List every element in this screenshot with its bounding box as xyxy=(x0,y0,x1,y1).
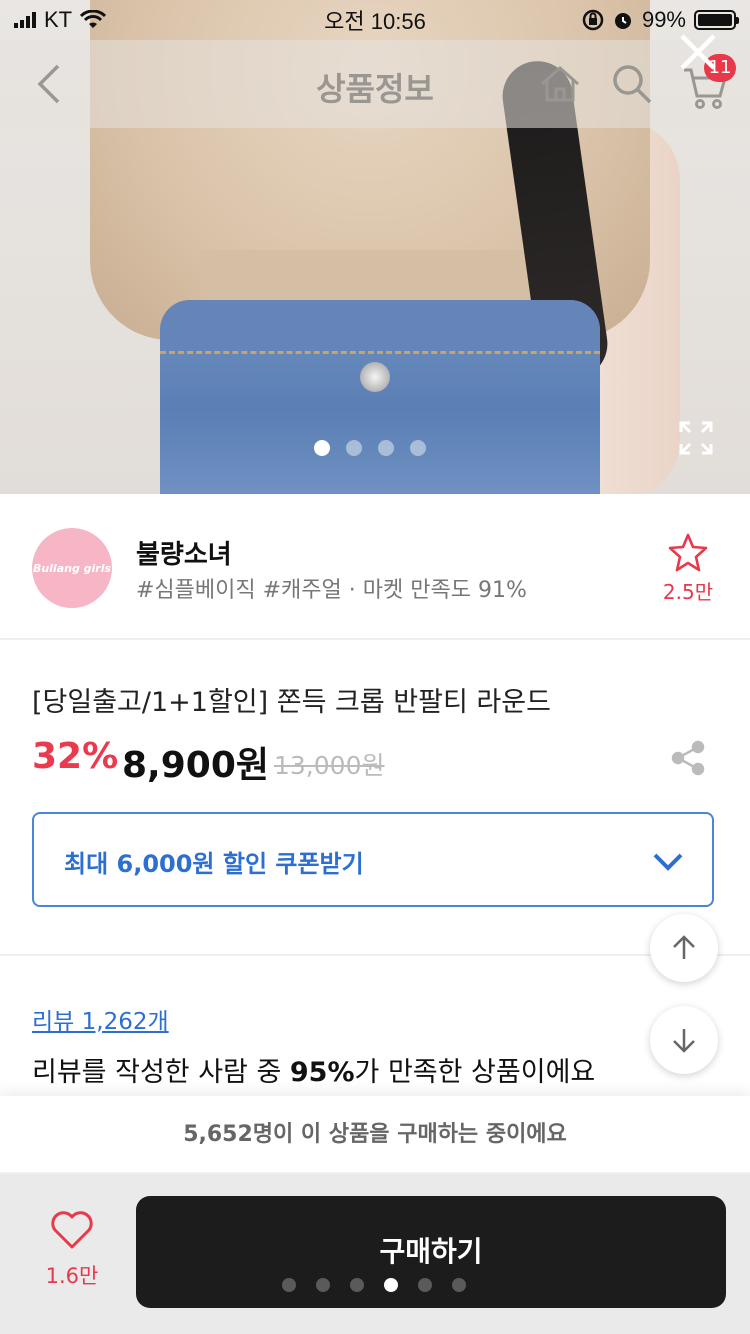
carousel-dot[interactable] xyxy=(410,440,426,456)
review-summary-post: 가 만족한 상품이에요 xyxy=(354,1057,596,1088)
page-dot xyxy=(418,1278,432,1292)
sale-price: 8,900원 xyxy=(122,745,269,786)
review-count-link[interactable]: 리뷰 1,262개 xyxy=(32,1002,169,1036)
chevron-down-icon xyxy=(653,853,683,871)
shop-logo[interactable]: Bullang girls xyxy=(32,528,112,608)
review-satisfaction-rate: 95% xyxy=(289,1057,355,1088)
status-bar: KT 오전 10:56 99% xyxy=(0,0,750,40)
carousel-dot[interactable] xyxy=(314,440,330,456)
scroll-bottom-button[interactable] xyxy=(650,1006,718,1074)
arrow-down-icon xyxy=(673,1029,695,1053)
coupon-button[interactable]: 최대 6,000원 할인 쿠폰받기 xyxy=(32,812,714,907)
search-icon[interactable] xyxy=(610,62,654,106)
carousel-dot[interactable] xyxy=(378,440,394,456)
bottom-action-bar: 1.6만 구매하기 xyxy=(0,1174,750,1334)
page-dot xyxy=(452,1278,466,1292)
clock: 오전 10:56 xyxy=(324,9,426,34)
heart-icon[interactable] xyxy=(50,1210,94,1250)
discount-rate: 32% xyxy=(32,736,119,777)
page-dot xyxy=(282,1278,296,1292)
original-price: 13,000원 xyxy=(274,751,385,780)
share-icon[interactable] xyxy=(670,740,706,776)
star-icon[interactable] xyxy=(668,532,708,572)
home-icon[interactable] xyxy=(538,62,582,106)
shop-logo-text: Bullang girls xyxy=(32,561,112,575)
page-dot xyxy=(384,1278,398,1292)
image-carousel-dots xyxy=(314,440,426,456)
page-dot xyxy=(316,1278,330,1292)
scroll-top-button[interactable] xyxy=(650,914,718,982)
expand-icon[interactable] xyxy=(678,420,714,456)
close-icon[interactable] xyxy=(676,30,720,74)
like-count: 1.6만 xyxy=(45,1264,99,1288)
alarm-icon xyxy=(614,13,631,29)
top-nav-bar: 상품정보 xyxy=(0,40,750,128)
carrier-name: KT xyxy=(44,7,73,32)
carousel-dot[interactable] xyxy=(346,440,362,456)
model-jeans-waistband xyxy=(160,300,600,354)
buying-now-notice: 5,652명이 이 상품을 구매하는 중이에요 xyxy=(0,1096,750,1174)
shop-info[interactable]: Bullang girls 불량소녀 #심플베이직 #캐주얼 · 마켓 만족도 … xyxy=(0,494,750,640)
shop-favorite-count: 2.5만 xyxy=(662,580,714,604)
orientation-lock-icon xyxy=(582,9,604,31)
section-divider xyxy=(0,954,750,956)
arrow-up-icon xyxy=(673,935,695,959)
purchase-panel: 5,652명이 이 상품을 구매하는 중이에요 1.6만 구매하기 xyxy=(0,1096,750,1334)
wifi-icon xyxy=(80,10,107,28)
review-summary-pre: 리뷰를 작성한 사람 중 xyxy=(32,1057,290,1088)
jeans-button xyxy=(360,362,390,392)
product-title: [당일출고/1+1할인] 쫀득 크롭 반팔티 라운드 xyxy=(32,687,551,718)
page-dot xyxy=(350,1278,364,1292)
battery-icon xyxy=(694,10,739,30)
shop-name[interactable]: 불량소녀 xyxy=(136,534,232,571)
review-summary: 리뷰를 작성한 사람 중 95%가 만족한 상품이에요 xyxy=(32,1050,595,1089)
signal-icon xyxy=(14,12,36,28)
coupon-label: 최대 6,000원 할인 쿠폰받기 xyxy=(64,850,364,878)
page-indicator-dots xyxy=(282,1278,466,1292)
shop-tags: #심플베이직 #캐주얼 · 마켓 만족도 91% xyxy=(136,578,527,603)
